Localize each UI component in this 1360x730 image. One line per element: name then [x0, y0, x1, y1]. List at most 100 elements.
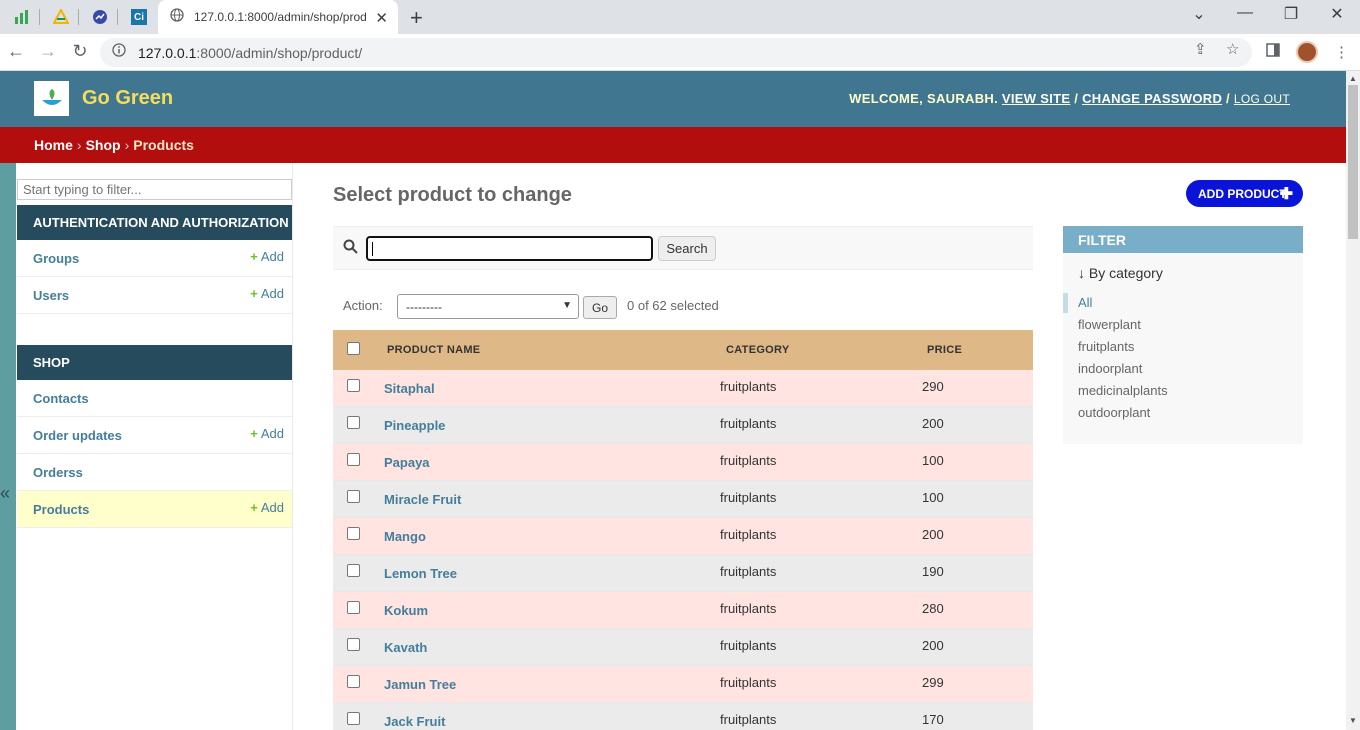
row-checkbox[interactable] [347, 564, 360, 577]
row-checkbox[interactable] [347, 490, 360, 503]
side-panel-icon[interactable] [1266, 43, 1280, 61]
scroll-up-icon[interactable]: ▲ [1349, 74, 1357, 83]
sidebar-item-label[interactable]: Orderss [33, 465, 83, 480]
filter-option-fruitplants[interactable]: fruitplants [1078, 339, 1134, 354]
scroll-down-icon[interactable]: ▼ [1349, 716, 1357, 725]
ci-icon[interactable]: Ci [125, 5, 153, 29]
site-brand[interactable]: Go Green [82, 87, 173, 110]
filter-by-category[interactable]: ↓ By category [1078, 265, 1163, 281]
sidebar-item-label[interactable]: Users [33, 288, 69, 303]
product-name-link[interactable]: Lemon Tree [384, 566, 457, 581]
product-name-link[interactable]: Jack Fruit [384, 714, 445, 729]
reload-icon[interactable]: ↻ [68, 41, 92, 62]
log-out-link[interactable]: LOG OUT [1234, 92, 1290, 106]
filter-option-outdoorplant[interactable]: outdoorplant [1078, 405, 1150, 420]
bookmark-star-icon[interactable]: ☆ [1226, 40, 1239, 58]
sidebar-item-label[interactable]: Products [33, 502, 89, 517]
sidebar-item-products[interactable]: Products + Add [17, 491, 292, 528]
sidebar-item-order-updates[interactable]: Order updates + Add [17, 417, 292, 454]
analytics-icon[interactable] [86, 5, 118, 29]
sidebar-item-label[interactable]: Contacts [33, 391, 89, 406]
url-host: 127.0.0.1 [138, 44, 197, 61]
product-category: fruitplants [720, 416, 777, 431]
select-all-checkbox[interactable] [347, 342, 360, 355]
view-site-link[interactable]: VIEW SITE [1002, 91, 1070, 106]
sidebar-item-users[interactable]: Users + Add [17, 277, 292, 314]
filter-option-flowerplant[interactable]: flowerplant [1078, 317, 1141, 332]
sheets-icon[interactable] [8, 5, 40, 29]
new-tab-icon[interactable]: + [410, 5, 423, 31]
site-logo[interactable] [34, 81, 69, 116]
row-checkbox[interactable] [347, 416, 360, 429]
scrollbar-thumb[interactable] [1348, 85, 1358, 239]
menu-kebab-icon[interactable]: ⋮ [1334, 43, 1349, 61]
product-name-link[interactable]: Papaya [384, 455, 430, 470]
profile-avatar[interactable] [1296, 41, 1318, 63]
sidebar-item-groups[interactable]: Groups + Add [17, 240, 292, 277]
search-icon [343, 239, 358, 259]
nav-filter-input[interactable] [17, 179, 292, 200]
product-name-link[interactable]: Sitaphal [384, 381, 435, 396]
sidebar-item-label[interactable]: Order updates [33, 428, 122, 443]
product-name-link[interactable]: Jamun Tree [384, 677, 456, 692]
tab-close-icon[interactable]: ✕ [375, 9, 388, 27]
back-icon[interactable]: ← [4, 41, 28, 62]
row-checkbox[interactable] [347, 527, 360, 540]
product-category: fruitplants [720, 453, 777, 468]
ci-icon-label: Ci [131, 9, 147, 25]
active-tab[interactable]: 127.0.0.1:8000/admin/shop/prod ✕ [158, 0, 398, 34]
product-name-link[interactable]: Kokum [384, 603, 428, 618]
text-caret [372, 242, 373, 256]
row-checkbox[interactable] [347, 379, 360, 392]
action-select[interactable]: --------- ▼ [397, 294, 579, 319]
row-checkbox[interactable] [347, 601, 360, 614]
close-window-icon[interactable]: ✕ [1322, 4, 1352, 24]
column-price[interactable]: PRICE [927, 344, 962, 356]
sidebar-item-label[interactable]: Groups [33, 251, 79, 266]
product-name-link[interactable]: Miracle Fruit [384, 492, 461, 507]
restore-icon[interactable]: ❐ [1276, 4, 1306, 24]
add-products-link[interactable]: + Add [250, 500, 284, 515]
filter-option-medicinalplants[interactable]: medicinalplants [1078, 383, 1168, 398]
row-checkbox[interactable] [347, 453, 360, 466]
breadcrumb-home[interactable]: Home [34, 137, 73, 153]
add-order-updates-link[interactable]: + Add [250, 426, 284, 441]
product-price: 280 [922, 601, 944, 616]
column-category[interactable]: CATEGORY [726, 344, 790, 356]
sidebar-item-orderss[interactable]: Orderss [17, 454, 292, 491]
module-auth-header[interactable]: AUTHENTICATION AND AUTHORIZATION [17, 205, 292, 240]
forward-icon[interactable]: → [36, 41, 60, 62]
search-input[interactable] [366, 236, 653, 261]
action-label: Action: [343, 298, 383, 313]
drive-icon[interactable] [47, 5, 79, 29]
breadcrumb-shop[interactable]: Shop [86, 137, 121, 153]
add-users-link[interactable]: + Add [250, 286, 284, 301]
module-shop-header[interactable]: SHOP [17, 345, 292, 380]
row-checkbox[interactable] [347, 675, 360, 688]
search-button[interactable]: Search [658, 236, 716, 261]
filter-option-all[interactable]: All [1078, 295, 1092, 310]
go-button[interactable]: Go [583, 296, 617, 319]
sidebar-item-contacts[interactable]: Contacts [17, 380, 292, 417]
product-name-link[interactable]: Kavath [384, 640, 427, 655]
table-row: Jamun Tree fruitplants 299 [333, 666, 1033, 703]
row-checkbox[interactable] [347, 638, 360, 651]
page-scrollbar[interactable]: ▲ ▼ [1346, 71, 1360, 730]
change-password-link[interactable]: CHANGE PASSWORD [1082, 91, 1222, 106]
add-product-button[interactable]: ADD PRODUCT ✚ [1186, 180, 1303, 207]
nav-sidebar-toggle[interactable]: « [0, 163, 16, 730]
omnibox[interactable]: 127.0.0.1:8000/admin/shop/product/ [100, 38, 1252, 67]
row-checkbox[interactable] [347, 712, 360, 725]
product-name-link[interactable]: Mango [384, 529, 426, 544]
changelist-filter: FILTER ↓ By category All flowerplant fruit… [1063, 226, 1303, 444]
column-product-name[interactable]: PRODUCT NAME [387, 344, 480, 356]
add-groups-link[interactable]: + Add [250, 249, 284, 264]
breadcrumb-separator: › [124, 137, 130, 153]
tab-search-icon[interactable]: ⌄ [1184, 4, 1214, 24]
filter-option-indoorplant[interactable]: indoorplant [1078, 361, 1142, 376]
product-name-link[interactable]: Pineapple [384, 418, 445, 433]
share-icon[interactable]: ⇪ [1194, 40, 1207, 58]
collapse-chevron-icon[interactable]: « [0, 483, 10, 504]
site-info-icon[interactable] [112, 43, 126, 62]
minimize-icon[interactable]: — [1230, 4, 1260, 22]
